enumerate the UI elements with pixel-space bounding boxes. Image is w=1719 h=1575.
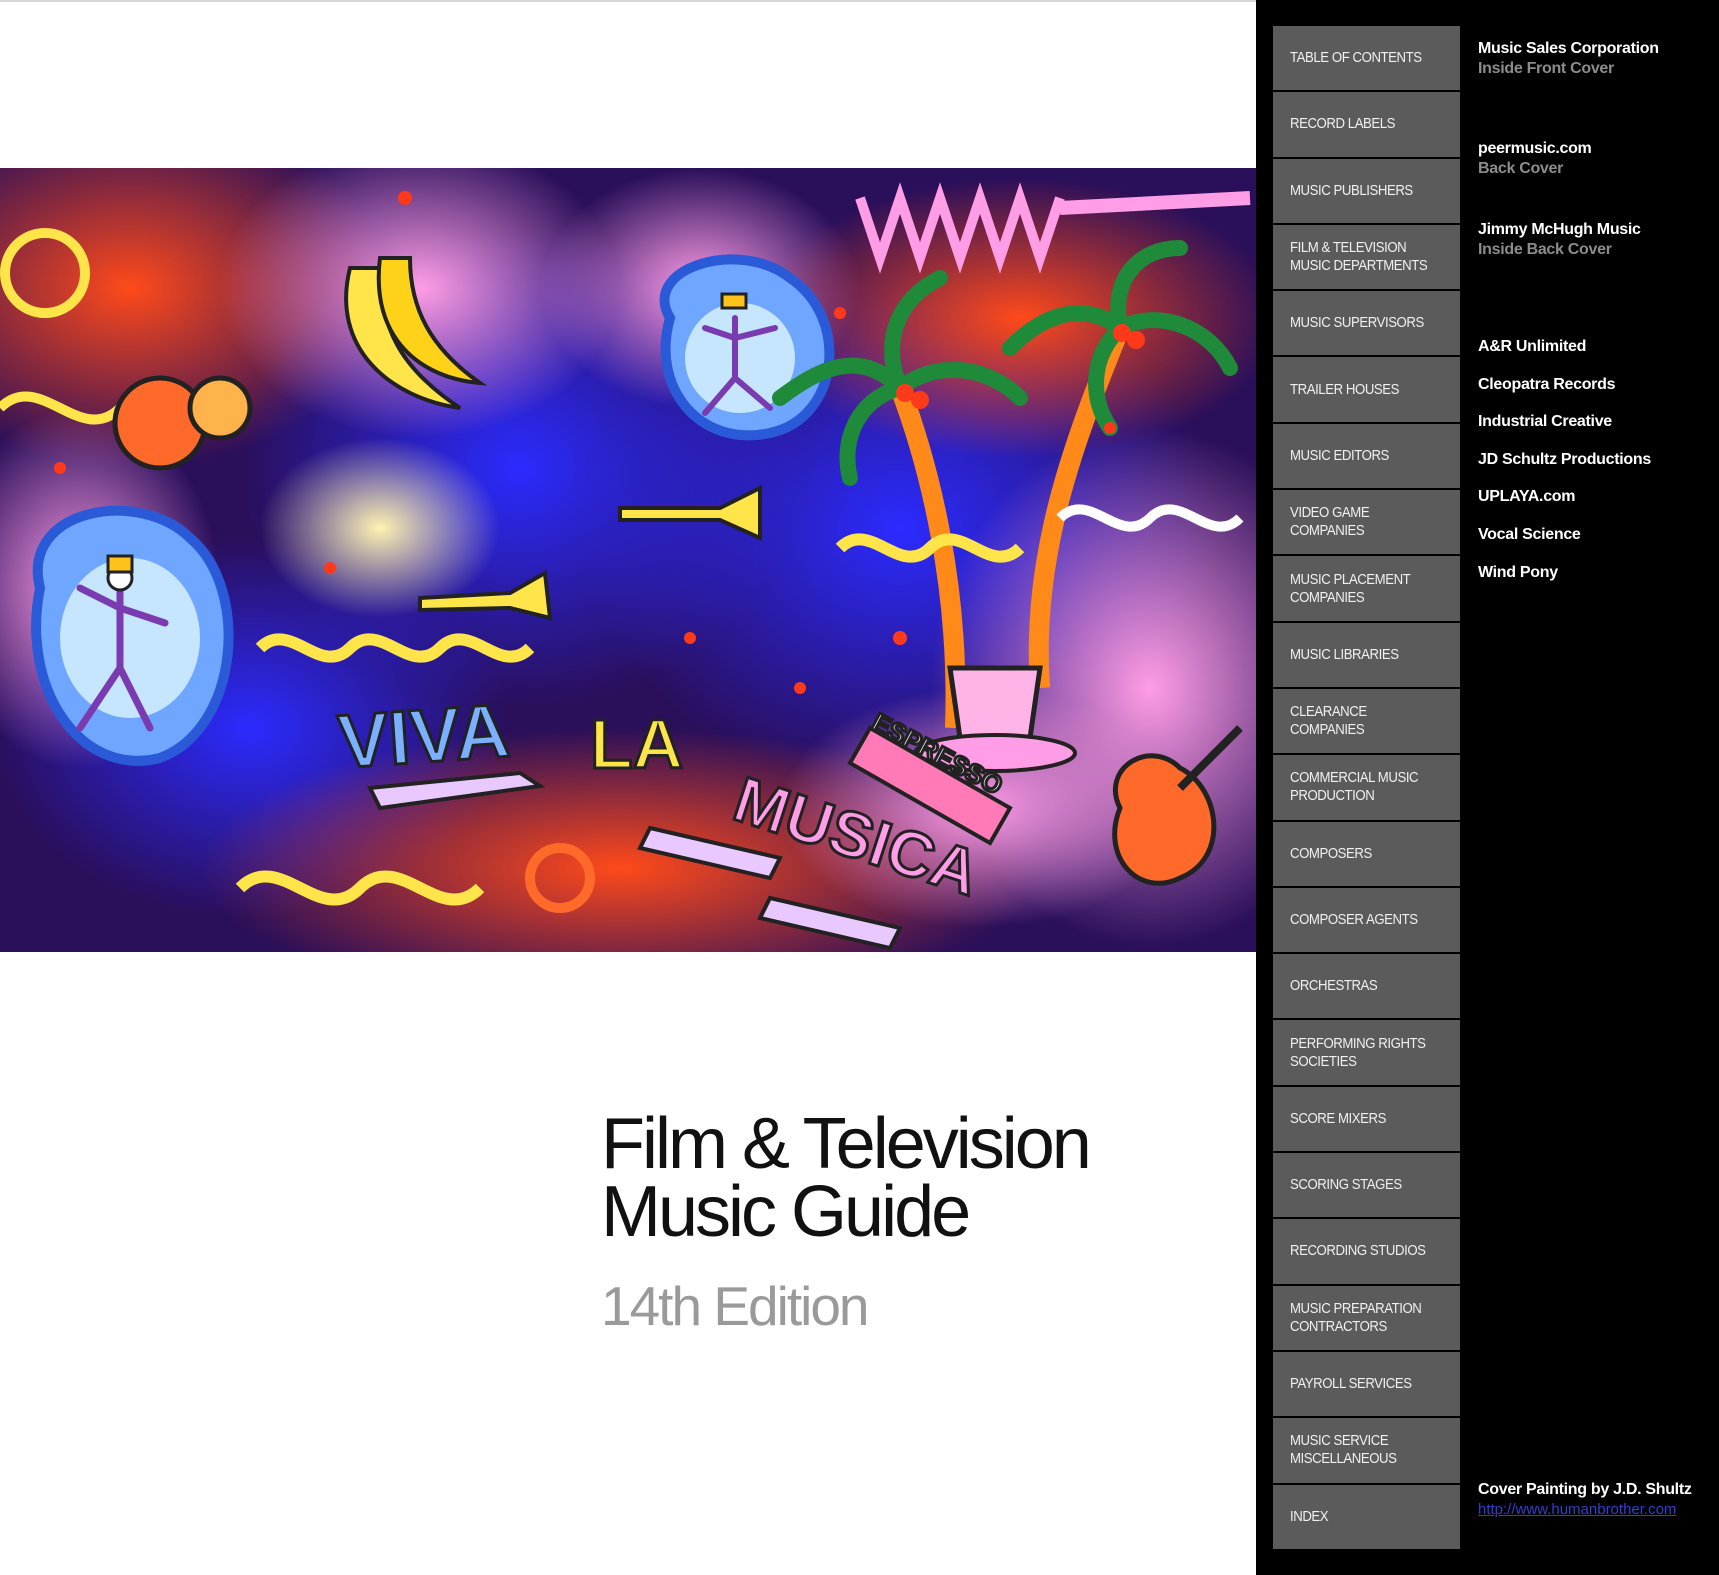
ad-placement: Inside Back Cover bbox=[1478, 241, 1612, 258]
toc-label: COMPOSERS bbox=[1290, 844, 1372, 862]
toc-index[interactable]: INDEX bbox=[1273, 1484, 1460, 1551]
cover-edition: 14th Edition bbox=[601, 1275, 870, 1337]
page-top-edge bbox=[0, 0, 1256, 2]
toc-trailer-houses[interactable]: TRAILER HOUSES bbox=[1273, 357, 1460, 424]
advertiser-link[interactable]: Wind Pony bbox=[1478, 562, 1558, 583]
toc-music-publishers[interactable]: MUSIC PUBLISHERS bbox=[1273, 158, 1460, 225]
cover-title-line-1: Film & Television bbox=[601, 1104, 1092, 1184]
advertiser-link[interactable]: JD Schultz Productions bbox=[1478, 449, 1651, 470]
toc-label: TABLE OF CONTENTS bbox=[1290, 49, 1422, 67]
cover-title-line-2: Music Guide bbox=[601, 1172, 971, 1252]
toc-record-labels[interactable]: RECORD LABELS bbox=[1273, 92, 1460, 159]
toc-music-libraries[interactable]: MUSIC LIBRARIES bbox=[1273, 622, 1460, 689]
advertiser-link[interactable]: UPLAYA.com bbox=[1478, 486, 1576, 507]
toc-music-preparation-contractors[interactable]: MUSIC PREPARATION CONTRACTORS bbox=[1273, 1285, 1460, 1352]
credit-link[interactable]: http://www.humanbrother.com bbox=[1478, 1500, 1718, 1520]
cover-credit: Cover Painting by J.D. Shultz http://www… bbox=[1478, 1480, 1718, 1520]
advertiser-link[interactable]: Cleopatra Records bbox=[1478, 374, 1615, 395]
cover-ad-music-sales[interactable]: Music Sales Corporation Inside Front Cov… bbox=[1478, 38, 1659, 79]
toc-label: VIDEO GAME COMPANIES bbox=[1290, 504, 1370, 540]
navigation-panel: TABLE OF CONTENTS RECORD LABELS MUSIC PU… bbox=[1256, 0, 1719, 1575]
ad-name: peermusic.com bbox=[1478, 140, 1592, 157]
toc-label: MUSIC SUPERVISORS bbox=[1290, 314, 1424, 332]
toc-label: MUSIC LIBRARIES bbox=[1290, 645, 1399, 663]
toc-music-editors[interactable]: MUSIC EDITORS bbox=[1273, 423, 1460, 491]
toc-label: INDEX bbox=[1290, 1507, 1329, 1525]
toc-label: MUSIC SERVICE MISCELLANEOUS bbox=[1290, 1432, 1397, 1468]
toc-video-game-companies[interactable]: VIDEO GAME COMPANIES bbox=[1273, 490, 1460, 557]
toc-label: SCORE MIXERS bbox=[1290, 1109, 1386, 1127]
advertiser-link[interactable]: Industrial Creative bbox=[1478, 411, 1612, 432]
toc-film-tv-music-departments[interactable]: FILM & TELEVISION MUSIC DEPARTMENTS bbox=[1273, 224, 1460, 292]
toc-label: COMMERCIAL MUSIC PRODUCTION bbox=[1290, 769, 1419, 805]
toc-label: ORCHESTRAS bbox=[1290, 977, 1378, 995]
toc-label: TRAILER HOUSES bbox=[1290, 380, 1400, 398]
advertiser-link[interactable]: A&R Unlimited bbox=[1478, 336, 1586, 357]
ad-name: Jimmy McHugh Music bbox=[1478, 221, 1641, 238]
toc-label: MUSIC PUBLISHERS bbox=[1290, 181, 1413, 199]
svg-text:LA: LA bbox=[590, 705, 683, 783]
toc-label: MUSIC EDITORS bbox=[1290, 446, 1389, 464]
toc-music-supervisors[interactable]: MUSIC SUPERVISORS bbox=[1273, 291, 1460, 358]
credit-text: Cover Painting by J.D. Shultz bbox=[1478, 1481, 1692, 1498]
toc-score-mixers[interactable]: SCORE MIXERS bbox=[1273, 1086, 1460, 1154]
ad-placement: Back Cover bbox=[1478, 160, 1564, 177]
toc-label: RECORDING STUDIOS bbox=[1290, 1242, 1426, 1260]
toc-label: CLEARANCE COMPANIES bbox=[1290, 703, 1367, 739]
toc-label: PAYROLL SERVICES bbox=[1290, 1375, 1412, 1393]
ad-placement: Inside Front Cover bbox=[1478, 60, 1614, 77]
cover-title-block: Film & Television Music Guide 14th Editi… bbox=[601, 1104, 1201, 1337]
cover-page: VIVA LA MUSICA ESPRESSO Film & Televisio… bbox=[0, 0, 1256, 1575]
toc-music-service-miscellaneous[interactable]: MUSIC SERVICE MISCELLANEOUS bbox=[1273, 1418, 1460, 1485]
table-of-contents-nav: TABLE OF CONTENTS RECORD LABELS MUSIC PU… bbox=[1273, 26, 1460, 1551]
toc-orchestras[interactable]: ORCHESTRAS bbox=[1273, 954, 1460, 1021]
toc-composer-agents[interactable]: COMPOSER AGENTS bbox=[1273, 887, 1460, 955]
cover-painting: VIVA LA MUSICA ESPRESSO bbox=[0, 168, 1256, 952]
toc-payroll-services[interactable]: PAYROLL SERVICES bbox=[1273, 1351, 1460, 1419]
toc-music-placement-companies[interactable]: MUSIC PLACEMENT COMPANIES bbox=[1273, 556, 1460, 623]
toc-scoring-stages[interactable]: SCORING STAGES bbox=[1273, 1153, 1460, 1220]
toc-label: MUSIC PREPARATION CONTRACTORS bbox=[1290, 1299, 1422, 1335]
toc-table-of-contents[interactable]: TABLE OF CONTENTS bbox=[1273, 26, 1460, 93]
toc-composers[interactable]: COMPOSERS bbox=[1273, 821, 1460, 888]
toc-recording-studios[interactable]: RECORDING STUDIOS bbox=[1273, 1219, 1460, 1286]
toc-label: COMPOSER AGENTS bbox=[1290, 911, 1418, 928]
toc-label: RECORD LABELS bbox=[1290, 115, 1396, 133]
cover-ad-jimmy-mchugh[interactable]: Jimmy McHugh Music Inside Back Cover bbox=[1478, 219, 1641, 260]
toc-label: FILM & TELEVISION MUSIC DEPARTMENTS bbox=[1290, 239, 1428, 275]
toc-label: SCORING STAGES bbox=[1290, 1176, 1402, 1194]
advertiser-link[interactable]: Vocal Science bbox=[1478, 524, 1581, 545]
toc-label: MUSIC PLACEMENT COMPANIES bbox=[1290, 570, 1411, 606]
toc-performing-rights-societies[interactable]: PERFORMING RIGHTS SOCIETIES bbox=[1273, 1020, 1460, 1087]
cover-ad-peermusic[interactable]: peermusic.com Back Cover bbox=[1478, 138, 1592, 179]
svg-text:VIVA: VIVA bbox=[335, 688, 512, 785]
toc-commercial-music-production[interactable]: COMMERCIAL MUSIC PRODUCTION bbox=[1273, 755, 1460, 822]
ad-name: Music Sales Corporation bbox=[1478, 40, 1659, 57]
toc-clearance-companies[interactable]: CLEARANCE COMPANIES bbox=[1273, 688, 1460, 756]
toc-label: PERFORMING RIGHTS SOCIETIES bbox=[1290, 1034, 1426, 1070]
